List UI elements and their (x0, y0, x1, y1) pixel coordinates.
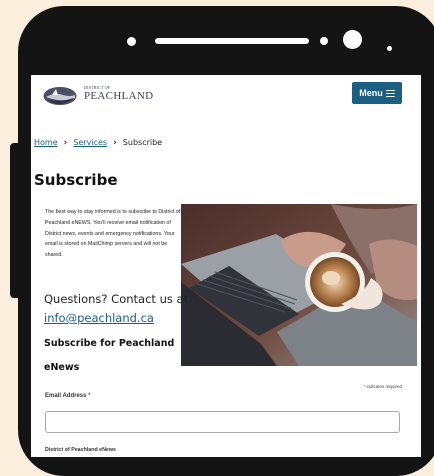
menu-label: Menu (359, 88, 383, 98)
sensor-dot-icon (320, 37, 328, 45)
menu-button[interactable]: Menu (352, 82, 402, 104)
email-label: Email Address * (45, 393, 90, 399)
breadcrumb-current: Subscribe (122, 138, 163, 147)
intro-paragraph: The best way to stay informed is to subs… (45, 209, 181, 259)
required-note: * indicates required (363, 384, 402, 389)
email-label-text: Email Address (45, 393, 89, 399)
coffee-laptop-image (181, 204, 417, 366)
breadcrumb: Home › Services › Subscribe (34, 138, 162, 148)
light-sensor-icon (387, 46, 392, 51)
contact-email-link[interactable]: info@peachland.ca (44, 311, 154, 325)
newsletter-group-label: District of Peachland eNews (45, 447, 116, 453)
hamburger-icon (385, 89, 395, 97)
email-input[interactable] (45, 411, 400, 433)
front-camera-icon (343, 30, 362, 49)
contact-question: Questions? Contact us at (44, 292, 189, 306)
required-note-text: indicates required (365, 384, 402, 389)
phone-screen: DISTRICT OF PEACHLAND Menu Home › Services… (31, 75, 421, 457)
breadcrumb-home-link[interactable]: Home (34, 138, 58, 147)
page-title: Subscribe (34, 171, 118, 189)
speaker-grille (155, 38, 309, 44)
camera-dot-icon (127, 37, 136, 46)
subscribe-heading: Subscribe for Peachland eNews (44, 338, 175, 373)
email-required-star: * (88, 393, 91, 399)
chevron-right-icon: › (113, 138, 117, 148)
logo-mark-icon (43, 87, 77, 105)
breadcrumb-services-link[interactable]: Services (73, 138, 107, 147)
logo-name-text: PEACHLAND (84, 90, 154, 102)
chevron-right-icon: › (63, 138, 68, 148)
